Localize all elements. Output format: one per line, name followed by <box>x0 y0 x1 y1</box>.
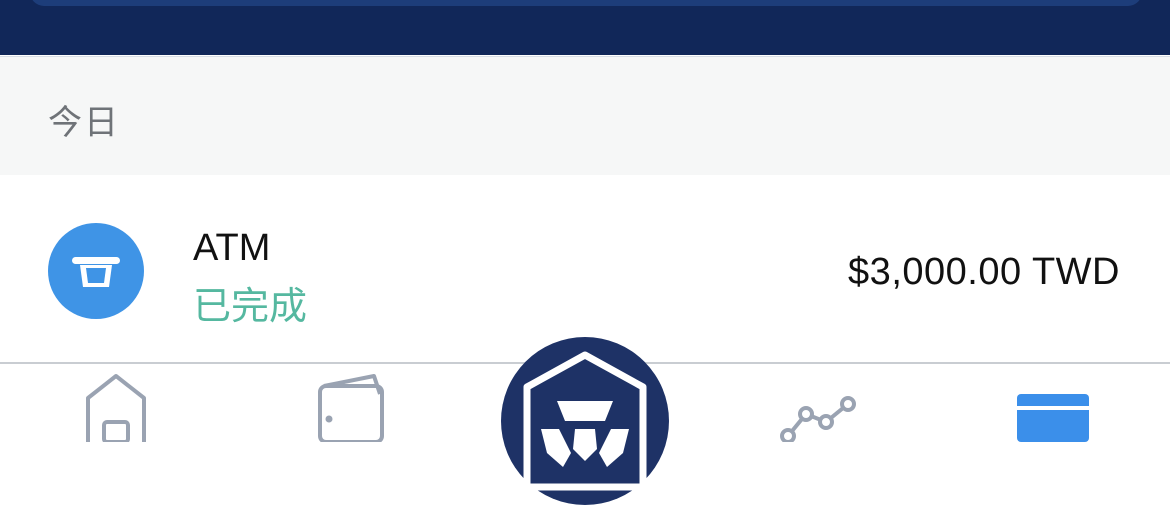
card-icon <box>1017 394 1089 442</box>
section-title: 今日 <box>48 104 120 142</box>
nav-wallet[interactable] <box>314 364 388 444</box>
crypto-lion-icon <box>523 351 647 491</box>
date-section-header: 今日 <box>0 56 1170 176</box>
atm-icon <box>48 223 144 319</box>
trend-chart-icon <box>780 396 856 444</box>
top-search-bar[interactable] <box>30 0 1142 6</box>
nav-card[interactable] <box>1016 364 1090 442</box>
nav-center-button[interactable] <box>501 337 669 505</box>
nav-trend[interactable] <box>776 364 862 444</box>
transaction-row[interactable]: ATM 已完成 $3,000.00 TWD <box>0 175 1170 364</box>
nav-home[interactable] <box>80 364 152 444</box>
transaction-title: ATM <box>193 227 271 269</box>
top-banner <box>0 0 1170 55</box>
transaction-status: 已完成 <box>193 286 308 328</box>
transaction-amount: $3,000.00 TWD <box>848 251 1120 293</box>
home-icon <box>86 374 146 444</box>
wallet-icon <box>318 374 384 444</box>
